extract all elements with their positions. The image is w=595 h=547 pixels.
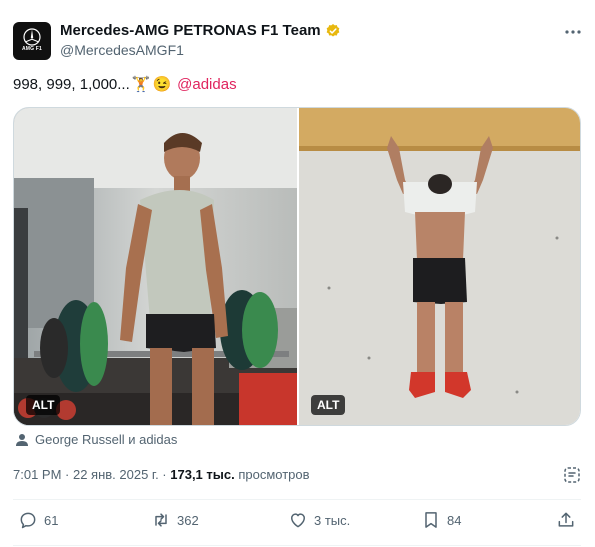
bookmark-icon [425, 512, 437, 528]
bookmark-button[interactable]: 84 [421, 510, 461, 530]
views-label: просмотров [234, 467, 310, 482]
weightlifter-emoji-icon: 🏋 [131, 76, 151, 93]
author-avatar[interactable]: AMG F1 [13, 22, 51, 60]
tweet-text-body: 998, 999, 1,000... [13, 75, 130, 93]
author-name-row: Mercedes-AMG PETRONAS F1 Team [60, 22, 341, 39]
share-icon [558, 512, 574, 527]
repost-icon [155, 513, 167, 527]
views-count: 173,1 тыс. [170, 467, 235, 482]
grok-icon [564, 467, 580, 483]
photo-hanging[interactable]: ALT [299, 108, 580, 425]
more-options-button[interactable] [562, 22, 584, 42]
mercedes-star-logo-icon [23, 28, 41, 46]
deadlift-photo-illustration [14, 108, 297, 425]
repost-button[interactable]: 362 [151, 510, 199, 530]
more-dots-icon [565, 30, 581, 34]
share-button[interactable] [556, 510, 576, 530]
tagged-users[interactable]: George Russell и adidas [15, 432, 177, 447]
divider-top [13, 499, 581, 500]
grok-analyze-button[interactable] [563, 466, 581, 484]
mention-link[interactable]: @adidas [177, 76, 236, 93]
author-display-name[interactable]: Mercedes-AMG PETRONAS F1 Team [60, 22, 321, 39]
repost-count: 362 [177, 512, 199, 528]
like-button[interactable]: 3 тыс. [288, 510, 350, 530]
tweet-meta: 7:01 PM · 22 янв. 2025 г. · 173,1 тыс. п… [13, 467, 310, 482]
tweet-text: 998, 999, 1,000... 🏋 😉 @adidas [13, 75, 237, 94]
verified-badge-icon [326, 23, 339, 37]
photo-deadlift[interactable]: ALT [14, 108, 297, 425]
alt-badge-right[interactable]: ALT [311, 395, 346, 415]
alt-badge-left[interactable]: ALT [26, 395, 61, 415]
author-handle[interactable]: @MercedesAMGF1 [60, 42, 184, 58]
timestamp[interactable]: 7:01 PM · 22 янв. 2025 г. · [13, 467, 170, 482]
tagged-users-text: George Russell и adidas [35, 432, 178, 447]
reply-button[interactable]: 61 [18, 510, 58, 530]
hanging-photo-illustration [299, 108, 580, 425]
wink-emoji-icon: 😉 [152, 76, 172, 93]
media-grid: ALT ALT [13, 107, 581, 426]
action-bar: 61 362 3 тыс. 84 [13, 510, 581, 536]
divider-bottom [13, 545, 581, 546]
like-count: 3 тыс. [314, 512, 351, 528]
reply-count: 61 [44, 512, 59, 528]
avatar-text: AMG F1 [21, 46, 43, 52]
heart-icon [291, 513, 305, 528]
person-icon [16, 433, 28, 446]
bookmark-count: 84 [447, 512, 462, 528]
reply-icon [20, 512, 36, 529]
